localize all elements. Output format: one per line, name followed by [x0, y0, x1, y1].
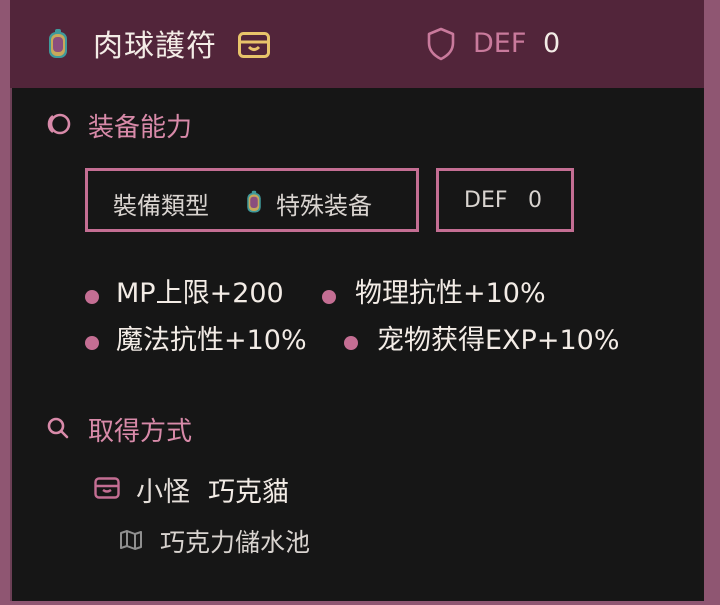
ability-icon [46, 111, 72, 141]
ability-section-title: 装备能力 [88, 113, 193, 143]
equip-type-value: 特殊装备 [276, 192, 372, 220]
map-icon [119, 529, 143, 555]
location-name[interactable]: 巧克力儲水池 [160, 523, 310, 559]
card-inner-border [10, 0, 12, 601]
def-label: DEF [473, 28, 527, 59]
shield-icon [427, 27, 455, 61]
acquire-section-title: 取得方式 [88, 417, 193, 447]
item-detail-card: 肉球護符 DEF 0 装备能力 裝備類型 特殊装备 DEF 0 MP上限+200… [0, 0, 720, 605]
item-name: 肉球護符 [93, 29, 217, 64]
stat-item: 宠物获得EXP+10% [377, 325, 620, 356]
box-icon[interactable] [237, 31, 271, 59]
source-type: 小怪 [136, 477, 190, 508]
charm-icon [46, 28, 70, 60]
stat-bullet [344, 336, 358, 350]
stat-item: 物理抗性+10% [355, 278, 546, 309]
def-tag: DEF 0 [436, 168, 574, 232]
charm-icon [245, 189, 263, 221]
search-icon [46, 416, 70, 444]
stat-bullet [85, 336, 99, 350]
stat-item: 魔法抗性+10% [116, 325, 307, 356]
stat-bullet [322, 290, 336, 304]
equip-type-label: 裝備類型 [113, 192, 209, 220]
item-header: 肉球護符 DEF 0 [10, 0, 704, 88]
stat-item: MP上限+200 [116, 278, 284, 309]
def-tag-value: 0 [528, 188, 542, 213]
stat-bullet [85, 290, 99, 304]
def-tag-label: DEF [464, 188, 508, 213]
def-value: 0 [543, 28, 561, 59]
inbox-icon [94, 477, 120, 503]
equip-type-tag: 裝備類型 特殊装备 [85, 168, 419, 232]
source-name[interactable]: 巧克貓 [208, 470, 289, 509]
